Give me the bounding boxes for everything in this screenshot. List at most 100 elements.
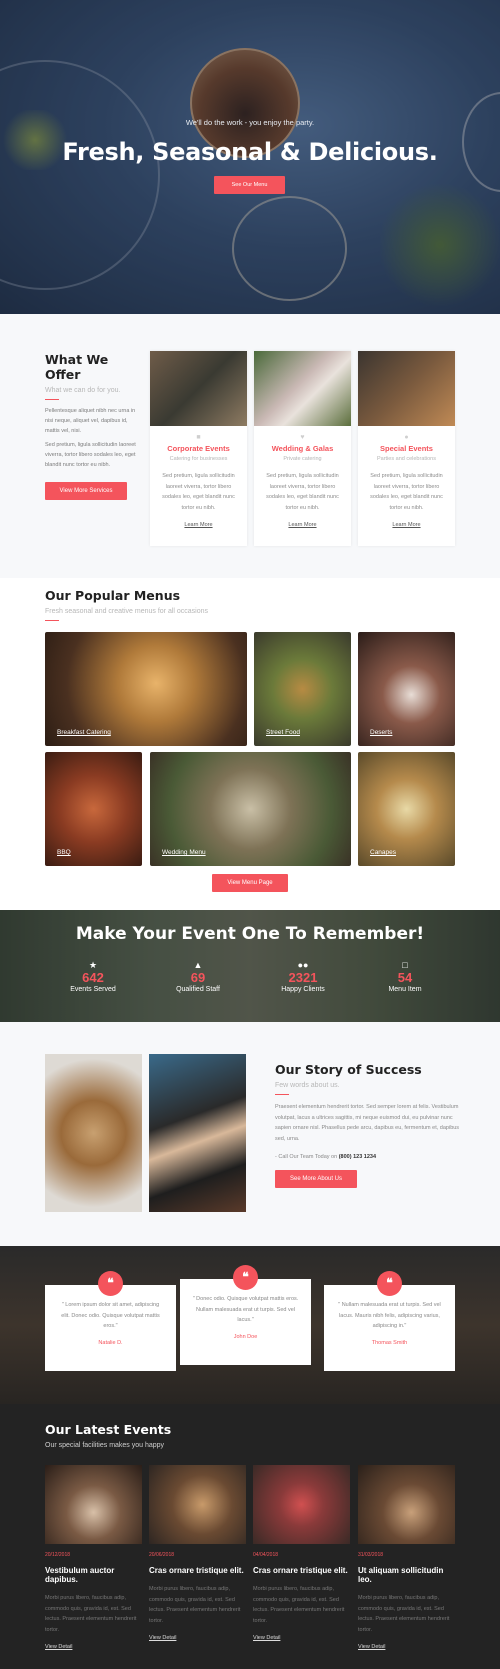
menu-tile-canapes[interactable]: Canapes bbox=[358, 752, 455, 866]
card-title: Special Events bbox=[380, 444, 433, 453]
hero-section: We'll do the work - you enjoy the party.… bbox=[0, 0, 500, 314]
menu-label: Canapes bbox=[370, 849, 397, 856]
offer-card-special: ● Special Events Parties and celebration… bbox=[358, 351, 455, 546]
menu-tile-deserts[interactable]: Deserts bbox=[358, 632, 455, 746]
menus-section: Our Popular Menus Fresh seasonal and cre… bbox=[0, 578, 500, 910]
menu-label: BBQ bbox=[57, 849, 71, 856]
see-menu-button[interactable]: See Our Menu bbox=[214, 176, 285, 194]
story-paragraph: Praesent elementum hendrerit tortor. Sed… bbox=[275, 1104, 460, 1142]
testimonial-author: Thomas Smith bbox=[371, 1339, 408, 1346]
menus-subtitle: Fresh seasonal and creative menus for al… bbox=[45, 608, 209, 615]
testimonial-card: ❝ " Lorem ipsum dolor sit amet, adipisci… bbox=[45, 1271, 176, 1371]
event-description: Morbi purus libero, faucibus adip, commo… bbox=[358, 1595, 450, 1633]
testimonials-section: ❝ " Lorem ipsum dolor sit amet, adipisci… bbox=[0, 1246, 500, 1404]
stat-value: 642 bbox=[82, 970, 104, 985]
contact-card-icon: ■ bbox=[196, 434, 201, 441]
stat-label: Menu Item bbox=[388, 986, 422, 993]
menus-header: Our Popular Menus Fresh seasonal and cre… bbox=[45, 588, 209, 622]
quote-icon: ❝ bbox=[233, 1265, 258, 1290]
learn-more-link[interactable]: Learn More bbox=[358, 522, 455, 528]
testimonial-card: ❝ " Nullam malesuada erat ut turpis. Sed… bbox=[324, 1271, 455, 1371]
quote-icon: ❝ bbox=[377, 1271, 402, 1296]
chef-image bbox=[149, 1054, 246, 1212]
hero-title: Fresh, Seasonal & Delicious. bbox=[62, 138, 438, 166]
call-prefix: - Call Our Team Today on bbox=[275, 1154, 338, 1161]
menu-tile-bbq[interactable]: BBQ bbox=[45, 752, 142, 866]
special-events-image bbox=[358, 351, 455, 426]
view-detail-link[interactable]: View Detail bbox=[358, 1644, 455, 1650]
card-description: Sed pretium, ligula sollicitudin laoreet… bbox=[370, 473, 443, 511]
testimonial-author: Natalie D. bbox=[98, 1339, 123, 1346]
menus-separator bbox=[45, 620, 59, 622]
event-date: 04/04/2018 bbox=[253, 1552, 279, 1558]
event-image bbox=[45, 1465, 142, 1544]
offer-section: What We Offer What we can do for you. Pe… bbox=[0, 314, 500, 578]
menu-label: Street Food bbox=[266, 729, 300, 736]
event-date: 31/03/2018 bbox=[358, 1552, 384, 1558]
stats-section: Make Your Event One To Remember! ★ 642 E… bbox=[0, 910, 500, 1022]
card-subtitle: Parties and celebrations bbox=[376, 456, 436, 462]
event-date: 20/12/2018 bbox=[45, 1552, 71, 1558]
stat-value: 2321 bbox=[288, 970, 318, 985]
event-title: Ut aliquam sollicitudin leo. bbox=[358, 1566, 444, 1584]
view-detail-link[interactable]: View Detail bbox=[149, 1635, 246, 1641]
event-title: Cras ornare tristique elit. bbox=[149, 1566, 244, 1575]
menu-label: Breakfast Catering bbox=[57, 729, 111, 736]
phone-number: (800) 123 1234 bbox=[338, 1154, 377, 1161]
story-call: - Call Our Team Today on (800) 123 1234 bbox=[275, 1154, 460, 1160]
stat-label: Happy Clients bbox=[281, 986, 325, 993]
learn-more-link[interactable]: Learn More bbox=[254, 522, 351, 528]
stats-title: Make Your Event One To Remember! bbox=[75, 924, 425, 944]
story-section: Our Story of Success Few words about us.… bbox=[0, 1022, 500, 1246]
events-section: Our Latest Events Our special facilities… bbox=[0, 1404, 500, 1669]
view-menu-page-button[interactable]: View Menu Page bbox=[212, 874, 288, 892]
story-title: Our Story of Success bbox=[275, 1062, 422, 1077]
quote-icon: ❝ bbox=[98, 1271, 123, 1296]
stat-staff: ▲ 69 Qualified Staff bbox=[153, 960, 243, 994]
event-image bbox=[253, 1465, 350, 1544]
stat-value: 69 bbox=[190, 970, 206, 985]
menu-tile-street-food[interactable]: Street Food bbox=[254, 632, 351, 746]
offer-card-wedding: ♥ Wedding & Galas Private catering Sed p… bbox=[254, 351, 351, 546]
event-description: Morbi purus libero, faucibus adip, commo… bbox=[45, 1595, 137, 1633]
events-title: Our Latest Events bbox=[45, 1422, 172, 1437]
stat-menu: □ 54 Menu Item bbox=[360, 960, 450, 994]
menu-tile-wedding[interactable]: Wedding Menu bbox=[150, 752, 351, 866]
stat-events: ★ 642 Events Served bbox=[48, 960, 138, 994]
stat-label: Events Served bbox=[70, 986, 116, 993]
story-separator bbox=[275, 1094, 289, 1096]
event-title: Vestibulum auctor dapibus. bbox=[45, 1566, 115, 1584]
testimonial-quote: " Nullam malesuada erat ut turpis. Sed v… bbox=[338, 1302, 441, 1329]
offer-subtitle: What we can do for you. bbox=[45, 387, 121, 394]
offer-title: What We Offer bbox=[45, 352, 109, 382]
page: { "colors": {"accent": "#f4545c", "dark"… bbox=[0, 0, 500, 1669]
stat-value: 54 bbox=[397, 970, 413, 985]
offer-intro: What We Offer What we can do for you. Pe… bbox=[45, 352, 141, 501]
events-subtitle: Our special facilities makes you happy bbox=[45, 1442, 165, 1449]
view-detail-link[interactable]: View Detail bbox=[253, 1635, 350, 1641]
learn-more-link[interactable]: Learn More bbox=[150, 522, 247, 528]
story-content: Our Story of Success Few words about us.… bbox=[275, 1062, 460, 1189]
wedding-galas-image bbox=[254, 351, 351, 426]
event-card: 31/03/2018 Ut aliquam sollicitudin leo. … bbox=[358, 1465, 455, 1650]
event-title: Cras ornare tristique elit. bbox=[253, 1566, 348, 1575]
view-services-button[interactable]: View More Services bbox=[45, 482, 127, 501]
corporate-events-image bbox=[150, 351, 247, 426]
card-subtitle: Catering for businesses bbox=[169, 456, 228, 462]
card-title: Corporate Events bbox=[167, 444, 230, 453]
event-description: Morbi purus libero, faucibus adip, commo… bbox=[149, 1586, 241, 1624]
view-detail-link[interactable]: View Detail bbox=[45, 1644, 142, 1650]
testimonial-quote: " Donec odio. Quisque volutpat mattis er… bbox=[192, 1296, 299, 1323]
card-description: Sed pretium, ligula sollicitudin laoreet… bbox=[266, 473, 339, 511]
card-subtitle: Private catering bbox=[283, 456, 322, 462]
offer-separator bbox=[45, 399, 59, 401]
story-subtitle: Few words about us. bbox=[275, 1082, 340, 1089]
see-more-about-button[interactable]: See More About Us bbox=[275, 1170, 357, 1189]
hero-tagline: We'll do the work - you enjoy the party. bbox=[185, 118, 315, 127]
menu-label: Wedding Menu bbox=[162, 849, 206, 856]
offer-paragraph-2: Sed pretium, ligula sollicitudin laoreet… bbox=[45, 442, 136, 469]
heart-icon: ♥ bbox=[300, 434, 305, 441]
spices-image bbox=[45, 1054, 142, 1212]
menu-tile-breakfast[interactable]: Breakfast Catering bbox=[45, 632, 247, 746]
event-image bbox=[358, 1465, 455, 1544]
